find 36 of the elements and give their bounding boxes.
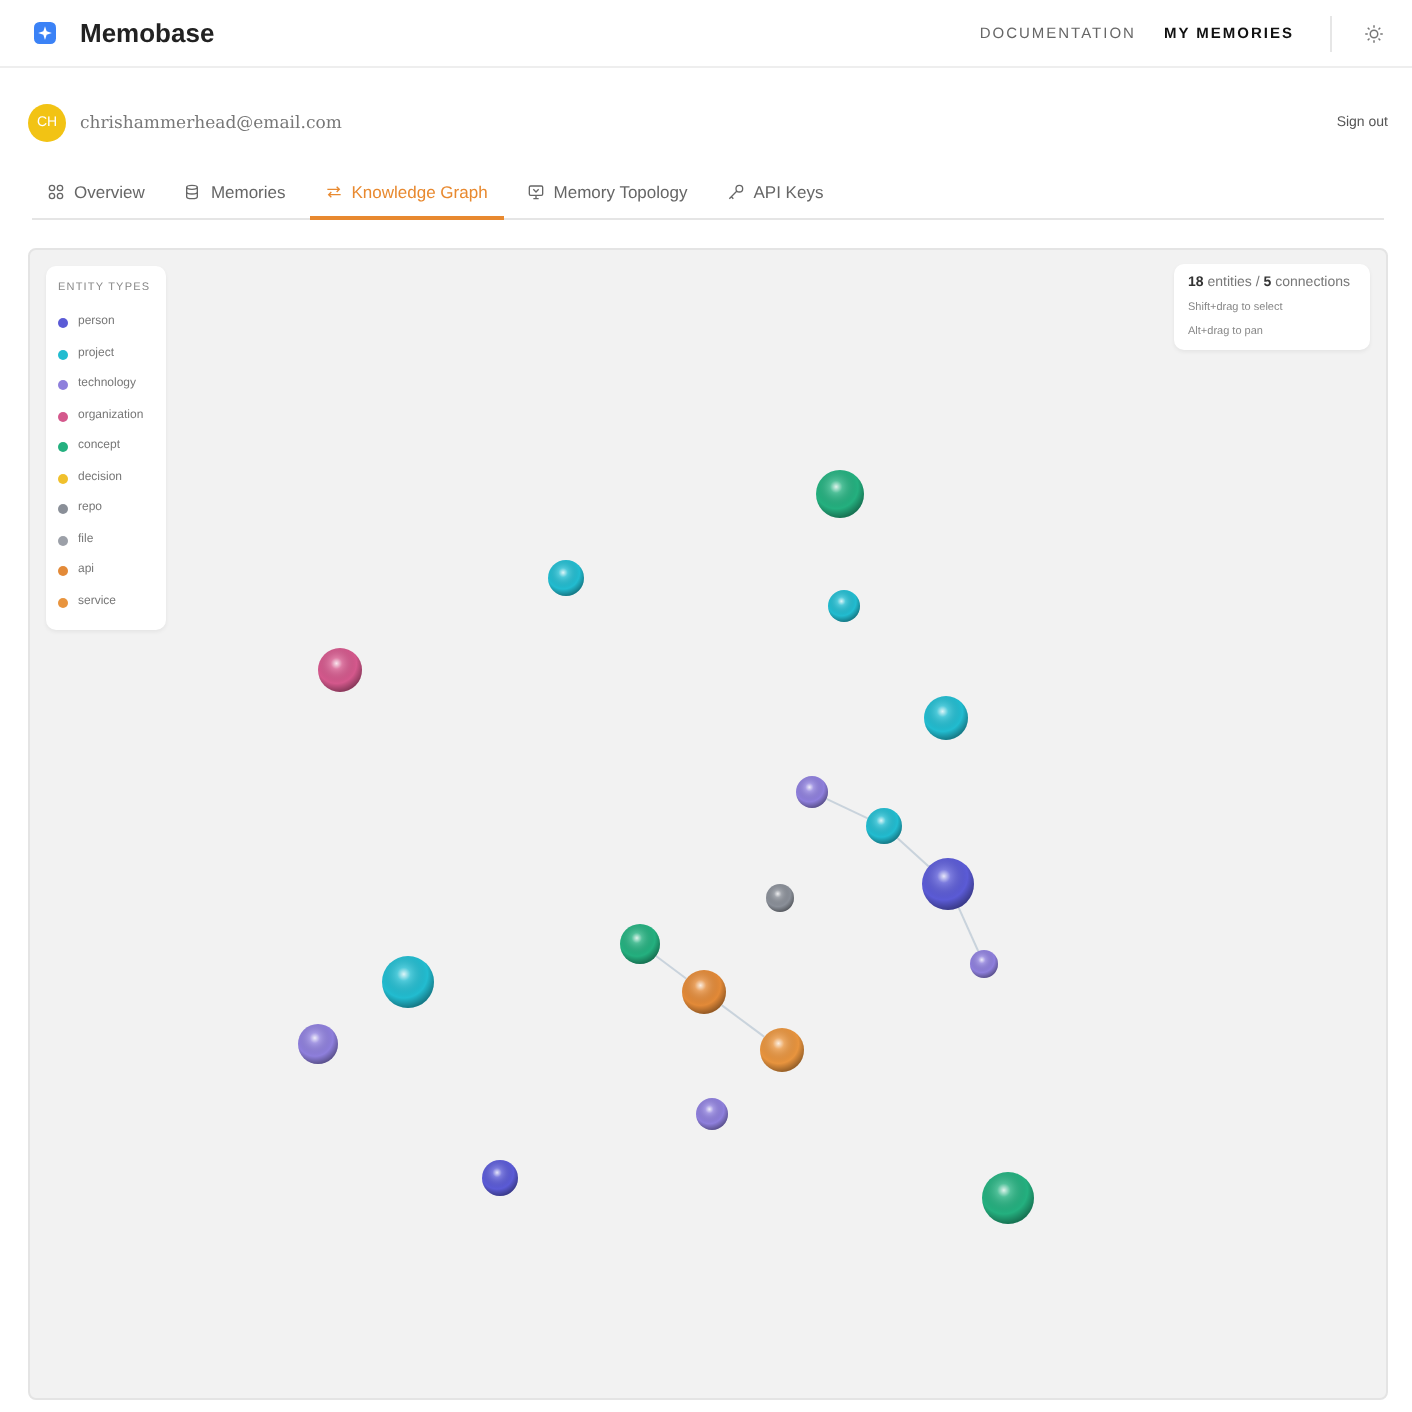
edge-line xyxy=(957,906,980,953)
graph-node[interactable] xyxy=(766,884,794,912)
tab[interactable]: Memories xyxy=(168,170,302,220)
edge-line xyxy=(720,1004,766,1038)
database-icon xyxy=(184,184,201,200)
graph-node[interactable] xyxy=(382,956,434,1008)
graph-node[interactable] xyxy=(682,970,726,1014)
sun-icon[interactable] xyxy=(1364,23,1384,43)
edge-line xyxy=(825,797,869,820)
graph-node[interactable] xyxy=(696,1098,728,1130)
graph-node[interactable] xyxy=(760,1028,804,1072)
graph-node[interactable] xyxy=(816,470,864,518)
graph-node[interactable] xyxy=(866,808,902,844)
graph-node[interactable] xyxy=(828,590,860,622)
tab[interactable]: API Keys xyxy=(711,170,840,220)
graph-node[interactable] xyxy=(982,1172,1034,1224)
edge-line xyxy=(896,837,930,868)
graph-node[interactable] xyxy=(922,858,974,910)
key-icon xyxy=(727,184,744,200)
tab[interactable]: Memory Topology xyxy=(511,170,704,220)
arrows-icon xyxy=(325,184,342,200)
app-name: Memobase xyxy=(80,18,215,48)
edge-line xyxy=(655,955,688,980)
graph-node[interactable] xyxy=(318,648,362,692)
graph-node[interactable] xyxy=(620,924,660,964)
graph-node[interactable] xyxy=(298,1024,338,1064)
logo-icon xyxy=(34,22,56,44)
graph-node[interactable] xyxy=(548,560,584,596)
graph-node[interactable] xyxy=(970,950,998,978)
graph-node[interactable] xyxy=(924,696,968,740)
graph-node[interactable] xyxy=(482,1160,518,1196)
user-email: chrishammerhead@email.com xyxy=(80,113,342,133)
grid-icon xyxy=(48,184,64,200)
tab[interactable]: Overview xyxy=(32,170,161,220)
graph-node[interactable] xyxy=(796,776,828,808)
monitor-icon xyxy=(527,184,544,200)
